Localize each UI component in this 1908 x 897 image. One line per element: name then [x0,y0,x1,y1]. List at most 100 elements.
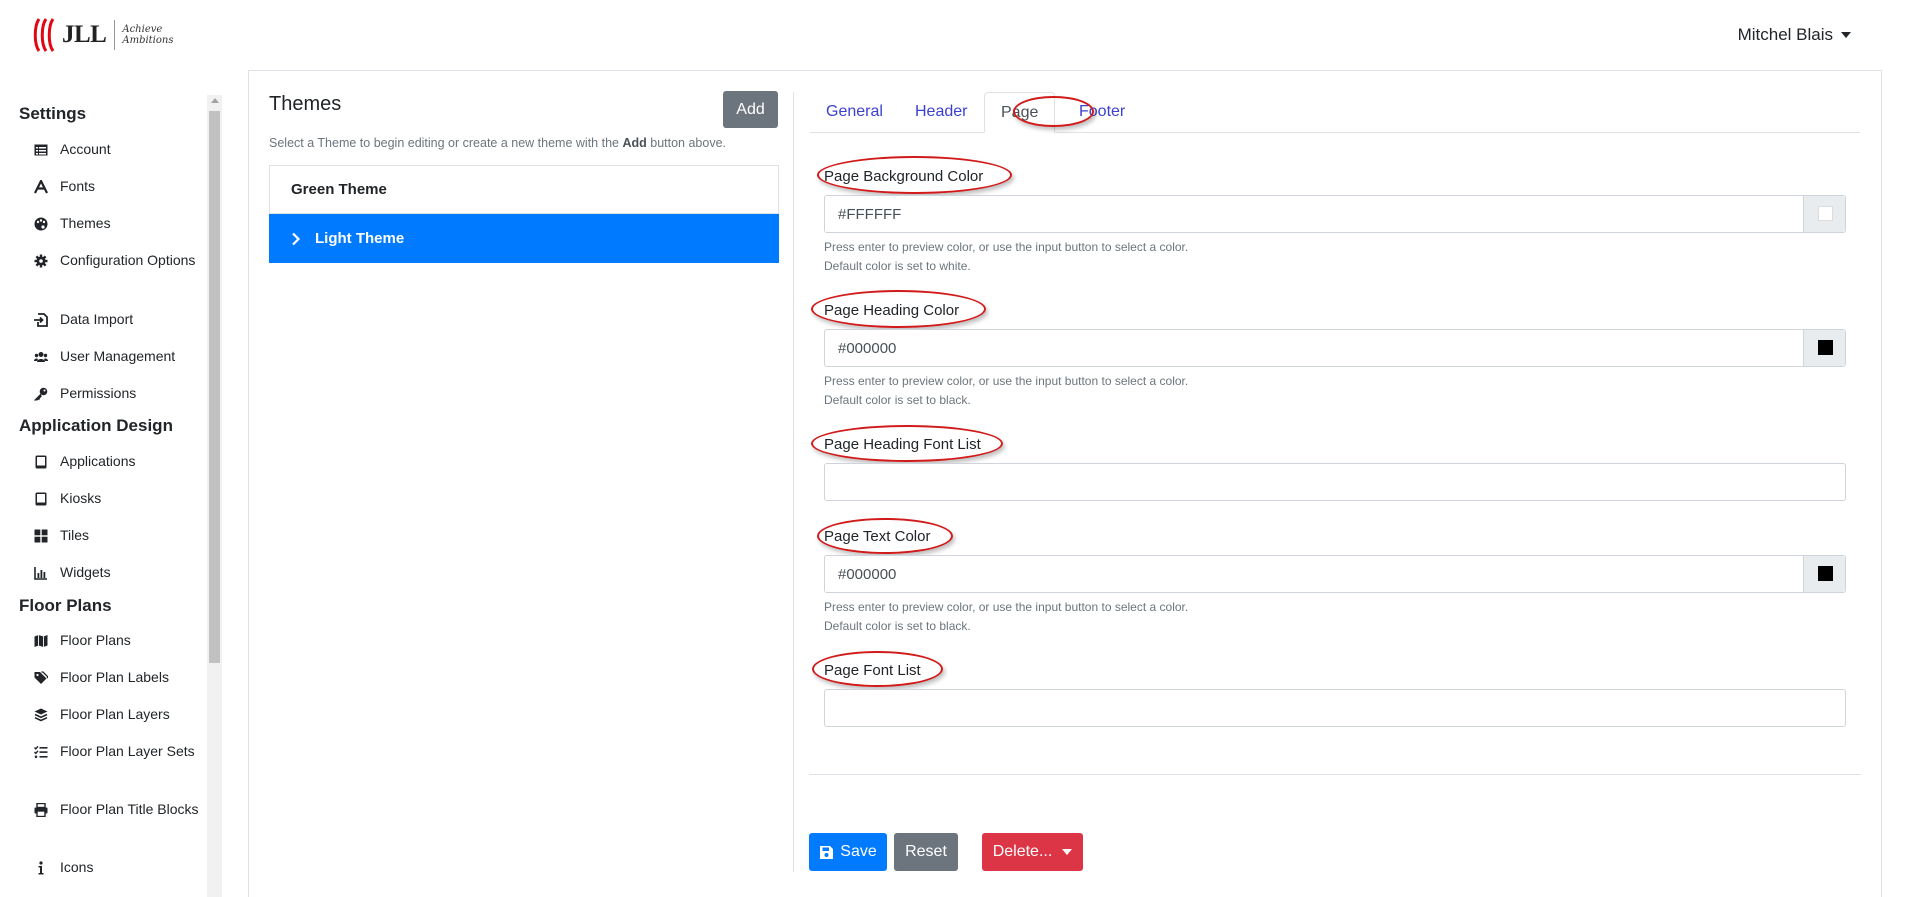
color-picker-button[interactable] [1803,330,1845,366]
save-button[interactable]: Save [809,833,887,871]
tagline-line-2: Ambitions [122,35,174,46]
theme-list-item-light[interactable]: Light Theme [269,214,779,263]
column-divider [793,92,794,872]
sidebar-item-label: Permissions [60,385,137,401]
annotation-oval [812,651,943,687]
sidebar-item-label: Account [60,141,111,157]
page-background-color-help: Press enter to preview color, or use the… [824,238,1188,276]
page-heading-font-list-input[interactable] [824,463,1846,501]
sidebar-item-label: Floor Plan Title Blocks [60,801,199,817]
user-name: Mitchel Blais [1737,25,1833,44]
delete-dropdown-button[interactable]: Delete... [982,833,1083,871]
annotation-oval [817,156,1012,194]
sidebar-item-floor-plan-labels[interactable]: Floor Plan Labels [34,667,204,688]
layers-icon [34,708,48,722]
help-line-1: Press enter to preview color, or use the… [824,240,1189,254]
caret-down-icon [1062,849,1073,855]
key-icon [34,387,48,401]
jll-logo-icon [33,18,55,52]
theme-list-item-green[interactable]: Green Theme [269,165,779,214]
sidebar-item-account[interactable]: Account [34,139,204,160]
tab-general[interactable]: General [810,92,899,133]
sidebar-item-label: Floor Plan Labels [60,669,169,685]
tags-icon [34,671,48,684]
chevron-right-icon [292,232,301,245]
sidebar-item-label: Configuration Options [60,252,196,268]
theme-name: Light Theme [315,230,405,247]
sidebar-item-data-import[interactable]: Data Import [34,309,204,330]
form-divider [809,774,1861,775]
color-picker-button[interactable] [1803,196,1845,232]
annotation-oval-tab-page [1013,96,1094,127]
sidebar-item-label: User Management [60,348,176,364]
sidebar-item-floor-plan-layers[interactable]: Floor Plan Layers [34,704,204,725]
tagline-line-1: Achieve [122,24,163,35]
tablet-icon [35,492,47,506]
palette-icon [34,217,48,231]
tasks-icon [34,745,48,759]
print-icon [34,803,48,817]
tab-header[interactable]: Header [899,92,983,133]
help-line-1: Press enter to preview color, or use the… [824,374,1189,388]
jll-logo[interactable]: JLL Achieve Ambitions [33,18,173,52]
help-line-2: Default color is set to white. [824,259,971,273]
themes-help-text: Select a Theme to begin editing or creat… [269,136,726,150]
gear-icon [34,254,48,268]
user-menu[interactable]: Mitchel Blais [1738,25,1851,45]
info-icon [38,861,44,875]
color-picker-button[interactable] [1803,556,1845,592]
sidebar-item-label: Floor Plans [60,632,131,648]
add-theme-button[interactable]: Add [723,91,778,128]
sidebar-item-themes[interactable]: Themes [34,213,204,234]
scroll-up-arrow-icon[interactable] [211,98,219,103]
sidebar-item-permissions[interactable]: Permissions [34,383,204,404]
page-text-color-input[interactable]: #000000 [824,555,1846,593]
top-navbar: JLL Achieve Ambitions Mitchel Blais [0,0,1908,70]
sidebar-item-label: Applications [60,453,136,469]
reset-label: Reset [905,843,947,860]
color-swatch [1818,206,1833,221]
theme-list: Green Theme Light Theme [269,165,779,263]
sidebar-item-label: Tiles [60,527,90,543]
sidebar-item-label: Widgets [60,564,111,580]
page-heading-color-input[interactable]: #000000 [824,329,1846,367]
themes-title: Themes [269,93,342,115]
theme-name: Green Theme [291,181,387,198]
annotation-oval [811,425,1003,462]
sidebar-item-icons[interactable]: Icons [34,857,204,878]
save-label: Save [840,843,877,860]
reset-button[interactable]: Reset [894,833,958,871]
sidebar-item-configuration-options[interactable]: Configuration Options [34,250,204,271]
brand-name: JLL [62,21,107,48]
tablet-icon [35,455,47,469]
input-value: #000000 [838,340,897,357]
list-icon [34,144,48,156]
color-swatch [1818,566,1833,581]
help-bold: Add [622,136,647,150]
sidebar-item-label: Icons [60,859,94,875]
sidebar-item-floor-plans[interactable]: Floor Plans [34,630,204,651]
sidebar-item-floor-plan-layer-sets[interactable]: Floor Plan Layer Sets [34,741,204,762]
map-icon [34,635,48,647]
page-text-color-help: Press enter to preview color, or use the… [824,598,1188,636]
chart-icon [34,567,47,580]
sidebar-item-kiosks[interactable]: Kiosks [34,488,204,509]
brand-tagline: Achieve Ambitions [122,24,173,46]
delete-label: Delete... [992,843,1053,860]
sidebar-section-application-design: Application Design [19,416,173,435]
page-background-color-input[interactable]: #FFFFFF [824,195,1846,233]
save-icon [820,845,834,859]
sidebar-section-floor-plans: Floor Plans [19,596,112,615]
logo-divider [114,20,116,50]
sidebar-scrollbar-thumb[interactable] [209,111,220,663]
sidebar-item-widgets[interactable]: Widgets [34,562,204,583]
sidebar-item-applications[interactable]: Applications [34,451,204,472]
theme-tabs: General Header Page Footer [810,92,1860,133]
sidebar-item-floor-plan-title-blocks[interactable]: Floor Plan Title Blocks [34,799,204,820]
sidebar-item-tiles[interactable]: Tiles [34,525,204,546]
sidebar-item-label: Fonts [60,178,96,194]
sidebar-item-label: Themes [60,215,111,231]
sidebar-item-fonts[interactable]: Fonts [34,176,204,197]
page-font-list-input[interactable] [824,689,1846,727]
sidebar-item-user-management[interactable]: User Management [34,346,204,367]
